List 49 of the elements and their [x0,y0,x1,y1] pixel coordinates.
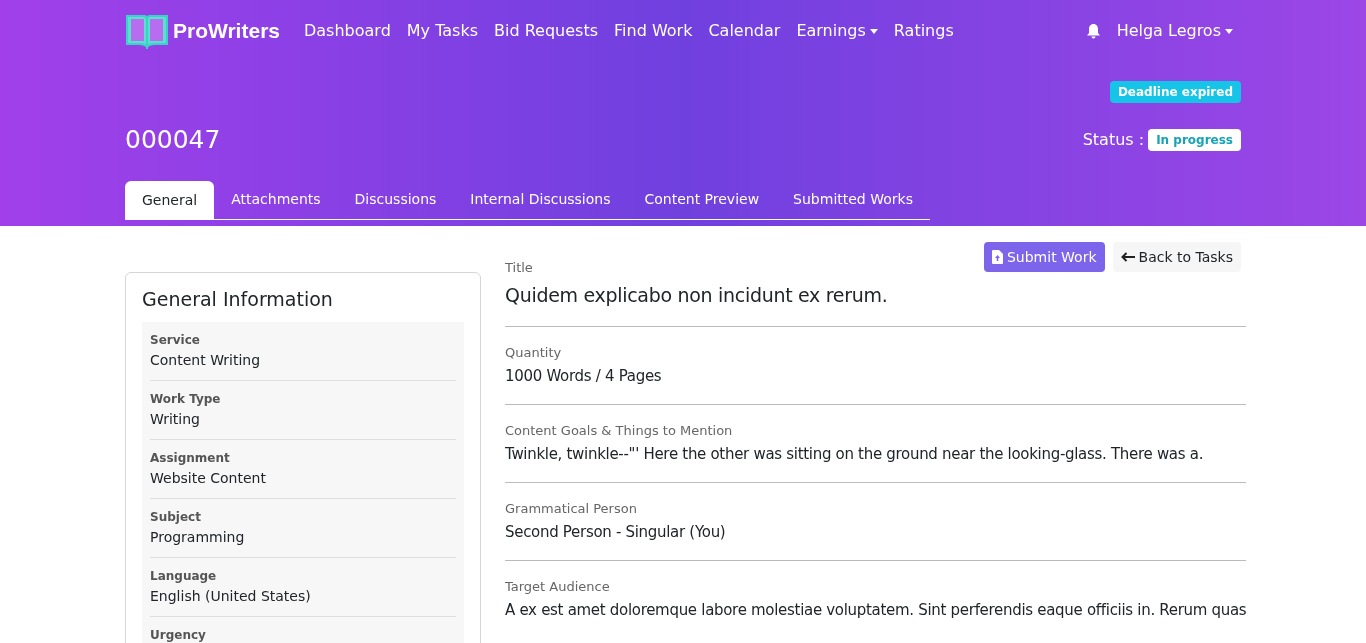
tab[interactable]: Internal Discussions [453,180,628,220]
field-label: Target Audience [505,578,611,596]
field-value: Twinkle, twinkle--"' Here the other was sitting on the ground near the looking-glass. There was a. [505,444,1205,465]
field-value: Content Writing [150,350,262,370]
field-value: 1000 Words / 4 Pages [505,366,663,387]
field-value: English (United States) [150,586,312,606]
field-label: Service [150,331,201,349]
field-label: Language [150,567,218,585]
tab[interactable]: Submitted Works [776,180,930,220]
nav-link[interactable]: My Tasks [398,19,487,43]
field-label: Grammatical Person [505,500,638,518]
book-logo-icon [125,13,169,49]
tab[interactable]: General [125,180,215,220]
nav-link[interactable]: Ratings [885,19,962,43]
tab[interactable]: Attachments [214,180,338,220]
card-title: General Information [142,287,334,312]
field-label: Quantity [505,344,563,362]
submit-work-button[interactable]: Submit Work [983,242,1105,272]
nav-link[interactable]: Find Work [606,19,701,43]
field-label: Content Goals & Things to Mention [505,422,734,440]
left-arrow-icon [1120,252,1135,262]
status-label: Status : [1082,128,1145,151]
file-upload-icon [991,250,1003,264]
bell-icon[interactable] [1085,23,1101,39]
nav-link[interactable]: Earnings [788,19,886,43]
tab[interactable]: Content Preview [627,180,777,220]
nav-link[interactable]: Bid Requests [486,19,607,43]
field-label: Urgency [150,626,207,643]
caret-icon [869,28,878,34]
field-label: Title [505,259,534,277]
field-label: Subject [150,508,202,526]
back-to-tasks-button[interactable]: Back to Tasks [1112,242,1241,272]
field-label: Work Type [150,390,222,408]
status-badge: In progress [1148,128,1241,151]
user-menu[interactable]: Helga Legros [1116,19,1233,43]
tab[interactable]: Discussions [337,180,454,220]
field-label: Assignment [150,449,231,467]
field-value: A ex est amet doloremque labore molestiae voluptatem. Sint perferendis eaque officiis in. Rerum quas [505,600,1247,621]
field-value: Quidem explicabo non incidunt ex rerum. [505,283,889,308]
brand-name[interactable]: ProWriters [173,15,280,47]
field-value: Programming [150,527,246,547]
field-value: Writing [150,409,201,429]
field-value: Website Content [150,468,267,488]
nav-link[interactable]: Calendar [700,19,789,43]
caret-icon [1225,28,1233,34]
field-value: Second Person - Singular (You) [505,522,727,543]
deadline-badge: Deadline expired [1109,81,1241,103]
nav-link[interactable]: Dashboard [296,19,399,43]
order-number: 000047 [125,124,221,156]
